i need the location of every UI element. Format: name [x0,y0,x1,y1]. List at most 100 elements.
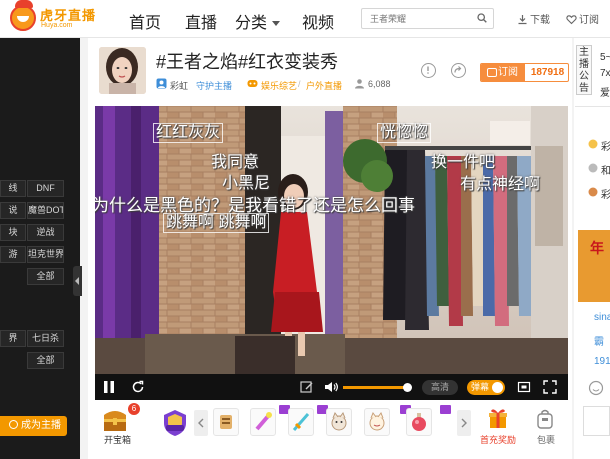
sidebar-tag[interactable]: 说 [0,202,26,219]
first-charge-label[interactable]: 首充奖励 [480,433,516,446]
volume-knob[interactable] [403,383,412,392]
emoji-icon[interactable] [588,380,604,396]
danmu-message: 有点神经啊 [460,176,541,193]
gift-scroll-left[interactable] [194,410,208,436]
download-icon [518,15,527,25]
category-link[interactable]: 娱乐综艺 [261,79,297,92]
rank-item[interactable]: 彩 [601,138,610,153]
gift-scroll-right[interactable] [457,410,471,436]
gift-cat2-icon [369,411,385,431]
rank-icon [588,163,598,173]
huya-logo[interactable]: 虎牙直播 Huya.com [10,0,96,34]
search-box [361,8,494,29]
sidebar-tag[interactable]: 线 [0,180,26,197]
sidebar-tag[interactable]: 块 [0,224,26,241]
chat-input[interactable] [583,406,610,436]
anchor-icon [156,78,167,89]
bag-icon[interactable] [535,408,555,430]
divider [575,106,610,107]
become-anchor-button[interactable]: 成为主播 [0,416,67,436]
gift-item[interactable] [213,408,239,436]
quality-button[interactable]: 高清 [422,380,458,395]
chevron-down-icon [272,21,281,27]
volume-slider[interactable] [343,386,407,389]
viewers-icon [355,79,364,89]
sidebar-tag-dota[interactable]: 魔兽DOTA [27,202,64,219]
subscriber-count: 187918 [530,67,565,78]
sidebar-tag-nizhan[interactable]: 逆战 [27,224,64,241]
sidebar-tag-all[interactable]: 全部 [27,268,64,285]
nav-live[interactable]: 直播 [185,9,217,33]
volume-icon[interactable] [324,380,339,394]
chat-user[interactable]: sina [594,312,610,323]
sidebar-tag-dnf[interactable]: DNF [27,180,64,197]
gift-potion-icon [412,413,426,431]
danmu-message: 恍惚惚 [377,123,432,143]
breadcrumb-separator: / [298,79,301,89]
search-icon[interactable] [477,13,487,23]
sidebar-tag-tank[interactable]: 坦克世界 [27,246,64,263]
rank-item[interactable]: 彩 [601,186,610,201]
rank-item[interactable]: 和 [601,162,610,177]
gift-special-badge [440,405,451,414]
guard-badge-icon[interactable] [160,408,190,438]
gift-item[interactable] [250,408,276,436]
danmu-toggle[interactable]: 弹幕 [467,380,505,395]
search-input[interactable] [362,9,466,28]
video-player[interactable]: 红红灰灰 我同意 小黑尼 为什么是黑色的？是我看错了还是怎么回事 跳舞啊 跳舞啊… [95,106,568,374]
report-icon[interactable] [421,63,436,78]
share-icon[interactable] [451,63,466,78]
promo-banner[interactable]: 年 [578,230,610,302]
video-frame [95,106,568,374]
subcategory-link[interactable]: 户外直播 [306,79,342,92]
fullscreen-icon[interactable] [543,380,557,394]
guard-anchor-link[interactable]: 守护主播 [196,79,232,92]
logo-domain: Huya.com [41,22,73,29]
left-sidebar: 线 DNF 说 魔兽DOTA 块 逆战 游 坦克世界 全部 界 七日杀 全部 [0,38,82,459]
bag-label[interactable]: 包裹 [537,433,555,446]
chevron-left-icon [198,418,204,428]
chevron-right-icon [461,418,467,428]
sidebar-tag-7days[interactable]: 七日杀 [27,330,64,347]
web-fullscreen-icon[interactable] [517,380,531,394]
gift-item[interactable] [326,408,352,436]
sidebar-tag[interactable]: 游 [0,246,26,263]
sidebar-tag-all-2[interactable]: 全部 [27,352,64,369]
gift-item[interactable] [364,408,390,436]
header-subscribe-button[interactable]: 订阅 [566,11,599,26]
sidebar-tag[interactable]: 界 [0,330,26,347]
gift-item[interactable] [406,408,432,436]
first-charge-gift-icon[interactable] [487,406,509,430]
anchor-avatar[interactable] [99,47,146,94]
pause-icon[interactable] [103,380,115,394]
nav-home[interactable]: 首页 [129,9,161,33]
chat-user[interactable]: 191 [594,356,610,367]
nav-video[interactable]: 视频 [302,9,334,33]
nav-category-label: 分类 [235,15,268,32]
nav-category[interactable]: 分类 [235,9,281,33]
header-subscribe-label: 订阅 [579,15,599,26]
download-button[interactable]: 下载 [517,11,550,26]
viewer-count: 6,088 [368,79,391,89]
gift-item[interactable] [288,408,314,436]
notice-line: 爱 [600,88,610,99]
anchor-notice-tab[interactable]: 主播公告 [576,45,592,95]
santa-hat-icon [15,0,33,8]
refresh-icon[interactable] [131,380,145,394]
subscribe-label: 订阅 [481,64,525,81]
rank-icon [588,187,598,197]
treasure-chest-icon [104,411,126,431]
sidebar-collapse-handle[interactable] [73,266,82,296]
logo-mascot-icon [10,5,36,31]
volume-level [343,386,404,389]
notice-line: 7x [600,68,610,79]
subscribe-button[interactable]: 订阅 187918 [480,63,569,82]
gift-cat-icon [331,411,347,431]
danmu-message: 小黑尼 [222,175,271,192]
chat-user[interactable]: 霸 [594,333,604,348]
treasure-box-button[interactable]: 6 [101,403,140,434]
danmu-edit-icon[interactable] [300,380,314,394]
game-pad-icon [247,80,258,87]
anchor-name[interactable]: 彩虹 [170,79,188,92]
danmu-message: 跳舞啊 跳舞啊 [163,213,270,233]
